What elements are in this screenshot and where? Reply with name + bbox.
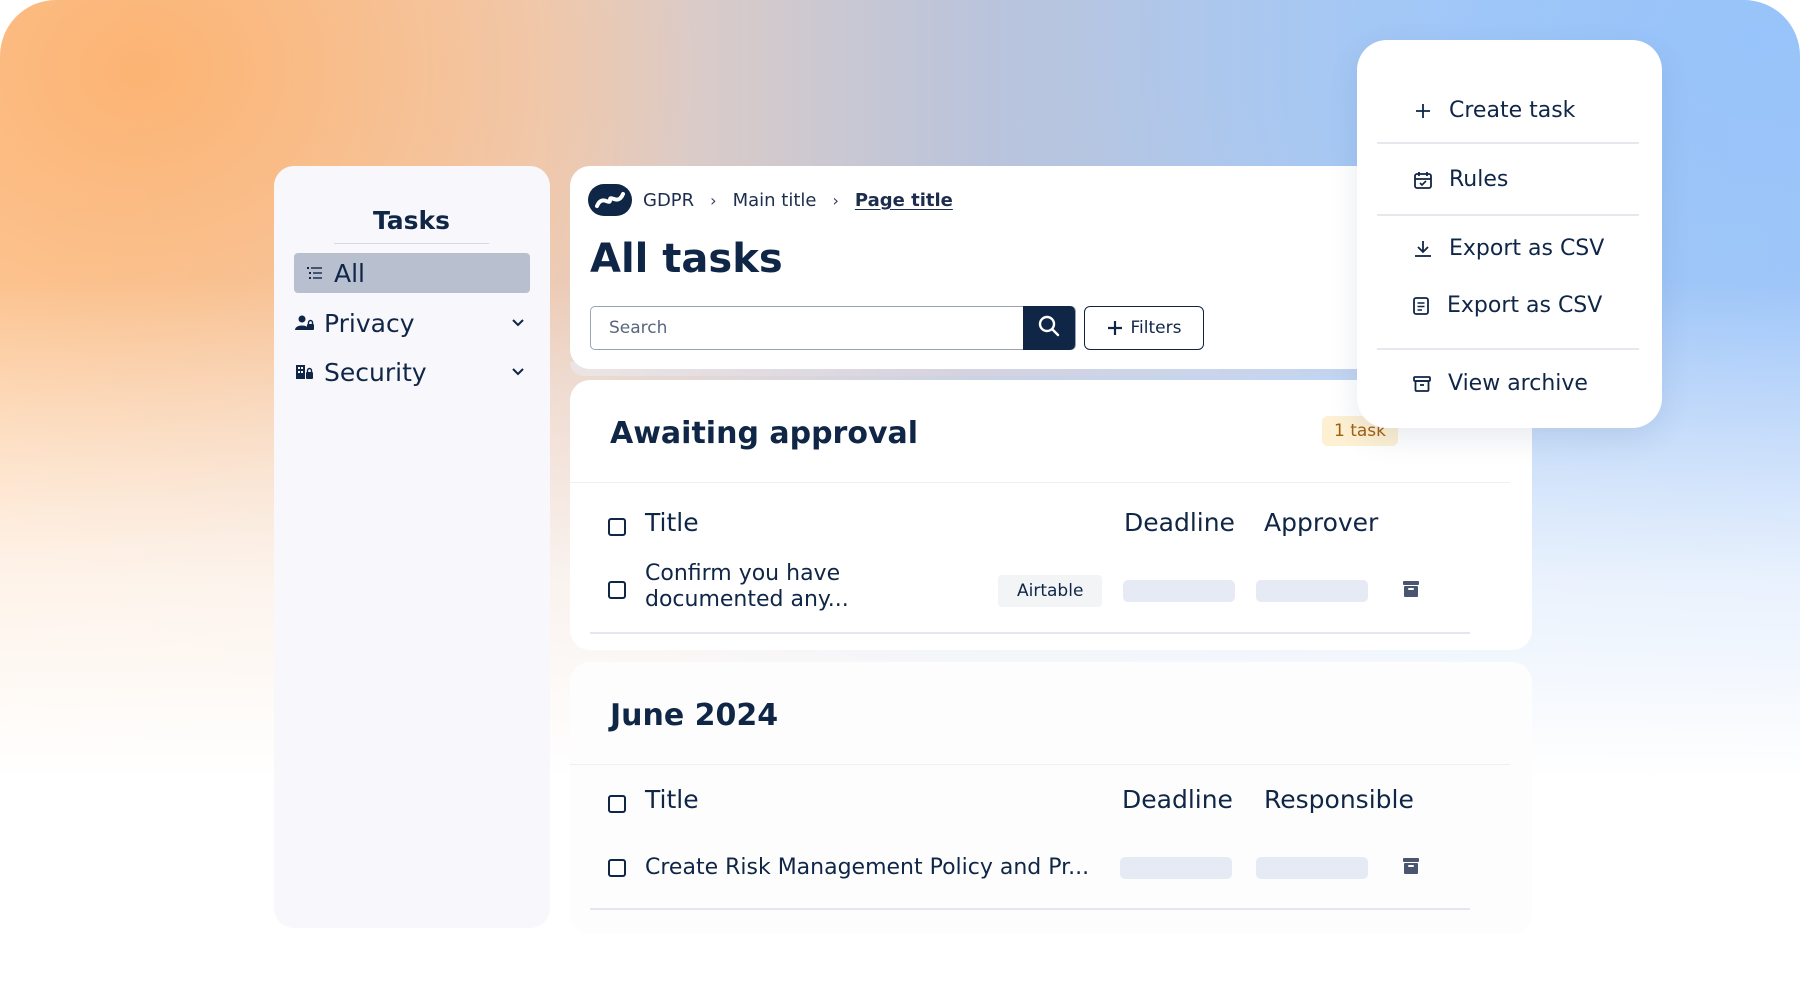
sidebar: Tasks All Privacy Security (274, 166, 550, 928)
menu-divider (1377, 214, 1639, 216)
column-header-deadline[interactable]: Deadline (1124, 508, 1235, 537)
breadcrumb-current[interactable]: Page title (855, 190, 953, 211)
breadcrumb: GDPR › Main title › Page title (643, 190, 953, 211)
sidebar-item-all[interactable]: All (294, 253, 530, 293)
filters-button[interactable]: Filters (1084, 306, 1204, 350)
chevron-down-icon[interactable] (508, 319, 528, 327)
deadline-placeholder (1123, 580, 1235, 602)
calendar-icon (1411, 168, 1435, 192)
section-divider (570, 482, 1510, 483)
section-june-2024: June 2024 Title Deadline Responsible Cre… (570, 662, 1532, 934)
sidebar-item-label: All (334, 258, 365, 288)
task-title-line1[interactable]: Confirm you have (645, 561, 840, 587)
breadcrumb-item[interactable]: Main title (733, 190, 817, 211)
sidebar-title: Tasks (334, 206, 489, 244)
menu-divider (1377, 348, 1639, 350)
menu-item-label: Export as CSV (1447, 293, 1603, 318)
sidebar-item-label: Security (324, 357, 427, 387)
archive-icon[interactable] (1402, 857, 1420, 875)
deadline-placeholder (1120, 857, 1232, 879)
chevron-down-icon[interactable] (508, 368, 528, 376)
menu-item-view-archive[interactable]: View archive (1410, 371, 1588, 396)
page-title: All tasks (590, 236, 783, 282)
menu-item-label: Rules (1449, 167, 1509, 192)
archive-icon[interactable] (1402, 580, 1420, 598)
sidebar-item-privacy[interactable]: Privacy (294, 303, 530, 343)
menu-item-label: Export as CSV (1449, 236, 1605, 261)
breadcrumb-item[interactable]: GDPR (643, 190, 694, 211)
column-header-deadline[interactable]: Deadline (1122, 785, 1233, 814)
brand-logo-icon[interactable] (588, 184, 632, 220)
download-icon (1411, 237, 1435, 261)
section-title: June 2024 (610, 698, 779, 733)
section-divider (570, 764, 1510, 765)
archive-icon (1410, 372, 1434, 396)
filters-label: Filters (1130, 318, 1182, 338)
list-icon (304, 266, 326, 280)
plus-icon (1107, 320, 1123, 336)
building-lock-icon (294, 364, 316, 380)
user-lock-icon (294, 315, 316, 331)
menu-item-export-csv-document[interactable]: Export as CSV (1409, 293, 1602, 318)
column-header-title[interactable]: Title (645, 508, 699, 537)
menu-item-label: Create task (1449, 98, 1576, 123)
select-all-checkbox[interactable] (608, 518, 626, 536)
task-title-line2[interactable]: documented any... (645, 587, 849, 613)
section-title: Awaiting approval (610, 416, 919, 451)
row-checkbox[interactable] (608, 859, 626, 877)
sidebar-item-label: Privacy (324, 308, 415, 338)
menu-item-export-csv[interactable]: Export as CSV (1411, 236, 1604, 261)
row-divider (590, 908, 1470, 910)
column-header-title[interactable]: Title (645, 785, 699, 814)
column-header-responsible[interactable]: Responsible (1264, 785, 1414, 814)
responsible-placeholder (1256, 857, 1368, 879)
approver-placeholder (1256, 580, 1368, 602)
chevron-right-icon: › (832, 191, 839, 210)
document-icon (1409, 294, 1433, 318)
search-button[interactable] (1023, 306, 1075, 350)
select-all-checkbox[interactable] (608, 795, 626, 813)
task-title[interactable]: Create Risk Management Policy and Pr... (645, 855, 1089, 881)
chevron-right-icon: › (710, 191, 717, 210)
plus-icon (1411, 99, 1435, 123)
menu-item-label: View archive (1448, 371, 1588, 396)
integration-tag: Airtable (998, 575, 1103, 607)
search-box (590, 306, 1076, 350)
column-header-approver[interactable]: Approver (1264, 508, 1378, 537)
row-divider (590, 632, 1470, 634)
menu-item-create-task[interactable]: Create task (1411, 98, 1575, 123)
actions-menu: Create task Rules Export as CSV Export a… (1357, 40, 1662, 428)
sidebar-item-security[interactable]: Security (294, 352, 530, 392)
search-icon (1038, 315, 1060, 341)
menu-divider (1377, 142, 1639, 144)
menu-item-rules[interactable]: Rules (1411, 167, 1508, 192)
row-checkbox[interactable] (608, 581, 626, 599)
search-input[interactable] (591, 307, 1075, 349)
